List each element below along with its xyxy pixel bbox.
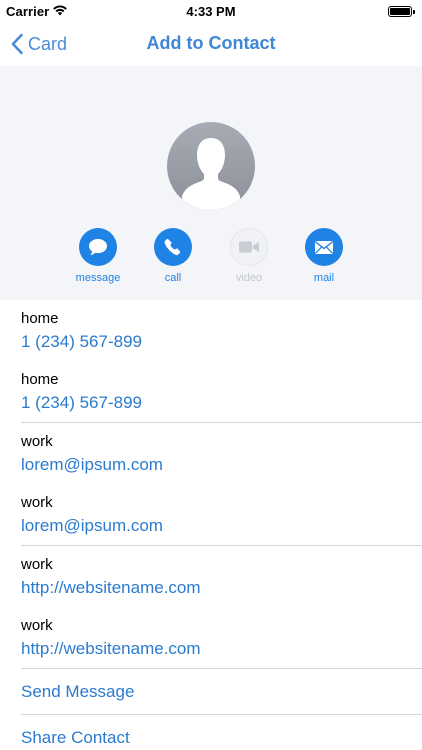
- email-row-1[interactable]: work lorem@ipsum.com: [0, 423, 422, 484]
- video-action-label: video: [235, 272, 263, 284]
- phone-number-value[interactable]: 1 (234) 567-899: [21, 393, 142, 413]
- phone-number-value[interactable]: 1 (234) 567-899: [21, 332, 142, 352]
- video-camera-icon: [239, 241, 259, 253]
- avatar: [167, 122, 255, 210]
- website-row-1[interactable]: work http://websitename.com: [0, 546, 422, 607]
- website-value[interactable]: http://websitename.com: [21, 639, 201, 659]
- row-type-label: home: [21, 371, 59, 388]
- mail-action-button[interactable]: mail: [289, 228, 359, 284]
- phone-row-2[interactable]: home 1 (234) 567-899: [0, 361, 422, 422]
- video-action-button[interactable]: video: [214, 228, 284, 284]
- row-type-label: work: [21, 617, 53, 634]
- share-contact-button[interactable]: Share Contact: [0, 715, 422, 750]
- row-type-label: home: [21, 310, 59, 327]
- row-type-label: work: [21, 433, 53, 450]
- website-value[interactable]: http://websitename.com: [21, 578, 201, 598]
- status-bar: Carrier 4:33 PM: [0, 0, 422, 22]
- status-time: 4:33 PM: [186, 4, 236, 19]
- contact-details-list: home 1 (234) 567-899 home 1 (234) 567-89…: [0, 300, 422, 750]
- email-value[interactable]: lorem@ipsum.com: [21, 516, 163, 536]
- phone-row-1[interactable]: home 1 (234) 567-899: [0, 300, 422, 361]
- contact-header: message call video mail: [0, 66, 422, 300]
- send-message-label: Send Message: [21, 682, 135, 701]
- share-contact-label: Share Contact: [21, 728, 130, 747]
- call-action-label: call: [164, 272, 182, 284]
- row-type-label: work: [21, 494, 53, 511]
- email-row-2[interactable]: work lorem@ipsum.com: [0, 484, 422, 545]
- message-action-button[interactable]: message: [63, 228, 133, 284]
- mail-action-label: mail: [313, 272, 335, 284]
- message-bubble-icon: [89, 239, 107, 255]
- phone-icon: [164, 239, 181, 256]
- send-message-button[interactable]: Send Message: [0, 669, 422, 714]
- page-title: Add to Contact: [146, 33, 276, 53]
- navigation-bar: Card Add to Contact: [0, 22, 422, 66]
- message-action-label: message: [75, 272, 121, 284]
- email-value[interactable]: lorem@ipsum.com: [21, 455, 163, 475]
- battery-icon: [388, 6, 415, 17]
- row-type-label: work: [21, 556, 53, 573]
- call-action-button[interactable]: call: [138, 228, 208, 284]
- envelope-icon: [315, 240, 333, 254]
- contact-actions: message call video mail: [0, 228, 422, 288]
- person-silhouette-icon: [182, 138, 240, 210]
- website-row-2[interactable]: work http://websitename.com: [0, 607, 422, 668]
